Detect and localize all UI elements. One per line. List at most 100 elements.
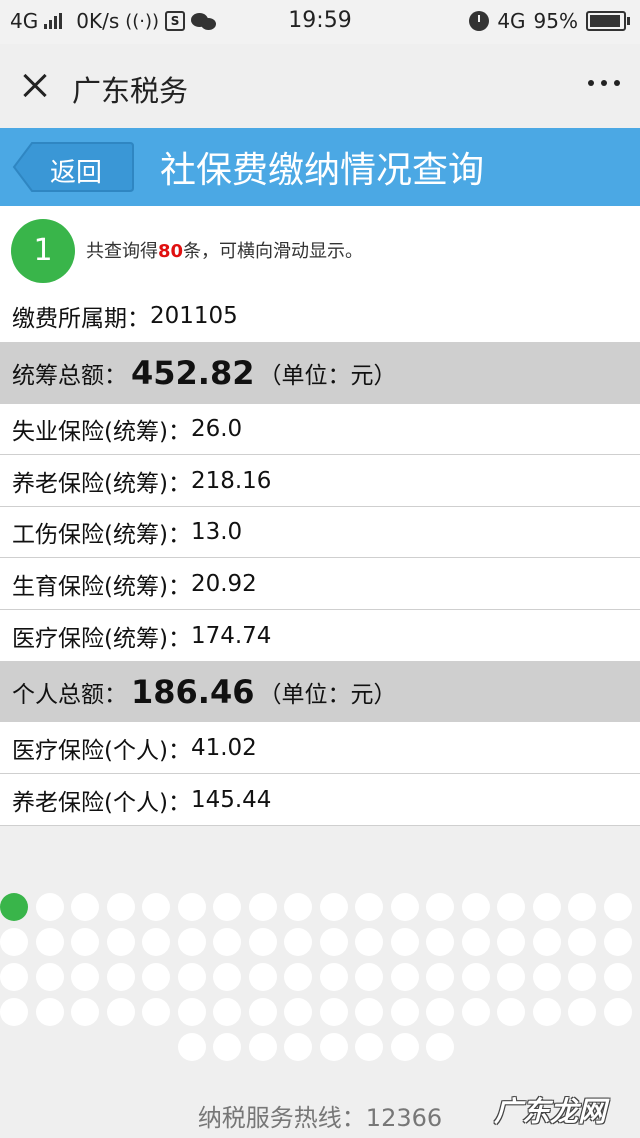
page-dot[interactable] — [390, 998, 419, 1026]
page-dot[interactable] — [497, 998, 525, 1026]
page-dot[interactable] — [461, 963, 490, 991]
page-dot[interactable] — [355, 893, 383, 921]
page-dot[interactable] — [142, 998, 170, 1026]
page-dot[interactable] — [248, 1033, 277, 1061]
page-dot[interactable] — [248, 928, 277, 956]
page-dot[interactable] — [390, 893, 419, 921]
page-dot[interactable] — [213, 893, 241, 921]
page-dot[interactable] — [142, 928, 170, 956]
close-icon[interactable] — [16, 66, 56, 106]
page-dot[interactable] — [106, 963, 135, 991]
page-dot[interactable] — [390, 928, 419, 956]
period-label: 缴费所属期： — [12, 306, 150, 332]
page-dot[interactable] — [355, 1033, 383, 1061]
page-dot[interactable] — [35, 963, 64, 991]
item-label: 生育保险(统筹)： — [12, 573, 191, 600]
page-dot[interactable] — [213, 1033, 241, 1061]
page-dot[interactable] — [319, 998, 348, 1026]
page-title: 社保费缴纳情况查询 — [160, 150, 485, 191]
page-dot[interactable] — [568, 893, 596, 921]
page-dot[interactable] — [426, 998, 454, 1026]
page-dot[interactable] — [497, 928, 525, 956]
page-dot[interactable] — [319, 1033, 348, 1061]
page-dot[interactable] — [603, 893, 632, 921]
page-dot[interactable] — [603, 998, 632, 1026]
page-dot[interactable] — [284, 998, 312, 1026]
page-dot[interactable] — [426, 963, 454, 991]
page-dot[interactable] — [284, 928, 312, 956]
page-dot[interactable] — [35, 998, 64, 1026]
result-panel: 1 共查询得80条，可横向滑动显示。 缴费所属期： 201105 统筹总额： 4… — [0, 206, 640, 826]
page-dot[interactable] — [603, 963, 632, 991]
page-dot[interactable] — [248, 998, 277, 1026]
page-dot[interactable] — [213, 998, 241, 1026]
pooled-total-value: 452.82 — [131, 354, 255, 392]
page-dot[interactable] — [568, 998, 596, 1026]
page-dot[interactable] — [177, 963, 206, 991]
more-icon[interactable] — [588, 80, 620, 86]
page-dot[interactable] — [319, 928, 348, 956]
personal-total-row: 个人总额： 186.46 （单位：元） — [0, 661, 640, 722]
personal-total-unit: （单位：元） — [258, 681, 397, 708]
page-dot[interactable] — [213, 928, 241, 956]
pooled-item-row: 生育保险(统筹)： 20.92 — [0, 558, 640, 610]
page-dot[interactable] — [106, 893, 135, 921]
pooled-item-row: 失业保险(统筹)： 26.0 — [0, 404, 640, 455]
page-dot[interactable] — [213, 963, 241, 991]
page-dot[interactable] — [284, 963, 312, 991]
page-dot[interactable] — [568, 963, 596, 991]
page-dot[interactable] — [0, 963, 28, 991]
item-label: 养老保险(个人)： — [12, 789, 191, 816]
page-dot[interactable] — [284, 1033, 312, 1061]
page-dot[interactable] — [177, 998, 206, 1026]
personal-total-label: 个人总额： — [12, 681, 127, 708]
page-dot[interactable] — [355, 998, 383, 1026]
alarm-icon — [469, 11, 490, 31]
page-dot[interactable] — [106, 928, 135, 956]
page-dot[interactable] — [532, 928, 561, 956]
page-dot[interactable] — [603, 928, 632, 956]
page-dot[interactable] — [532, 893, 561, 921]
page-dot[interactable] — [248, 963, 277, 991]
page-dot[interactable] — [71, 963, 99, 991]
page-dot[interactable] — [35, 893, 64, 921]
page-dot-active[interactable] — [0, 893, 28, 921]
page-dot[interactable] — [177, 928, 206, 956]
page-dot[interactable] — [532, 963, 561, 991]
page-dot[interactable] — [35, 928, 64, 956]
page-dot[interactable] — [106, 998, 135, 1026]
page-dot[interactable] — [355, 928, 383, 956]
page-dot[interactable] — [497, 893, 525, 921]
page-dot[interactable] — [0, 928, 28, 956]
page-dot[interactable] — [390, 1033, 419, 1061]
page-dot[interactable] — [426, 928, 454, 956]
page-dot[interactable] — [284, 893, 312, 921]
page-dot[interactable] — [0, 998, 28, 1026]
result-count-text: 共查询得80条，可横向滑动显示。 — [86, 241, 364, 262]
page-dot[interactable] — [142, 893, 170, 921]
page-dot[interactable] — [177, 1033, 206, 1061]
item-value: 41.02 — [190, 734, 257, 761]
page-dot[interactable] — [461, 928, 490, 956]
back-button[interactable]: 返回 — [12, 141, 134, 193]
page-dot[interactable] — [177, 893, 206, 921]
page-dot[interactable] — [568, 928, 596, 956]
page-dot[interactable] — [142, 963, 170, 991]
page-dot[interactable] — [319, 893, 348, 921]
page-dot[interactable] — [390, 963, 419, 991]
page-dot[interactable] — [426, 893, 454, 921]
page-dot[interactable] — [71, 893, 99, 921]
item-value: 145.44 — [190, 786, 272, 813]
page-dot[interactable] — [426, 1033, 454, 1061]
page-dot[interactable] — [71, 998, 99, 1026]
pooled-total-row: 统筹总额： 452.82 （单位：元） — [0, 342, 640, 404]
page-dot[interactable] — [319, 963, 348, 991]
page-dot[interactable] — [355, 963, 383, 991]
page-dot[interactable] — [461, 998, 490, 1026]
page-dot[interactable] — [461, 893, 490, 921]
page-dot[interactable] — [71, 928, 99, 956]
page-dot[interactable] — [532, 998, 561, 1026]
page-dot[interactable] — [248, 893, 277, 921]
page-dot[interactable] — [497, 963, 525, 991]
personal-item-row: 医疗保险(个人)： 41.02 — [0, 722, 640, 774]
